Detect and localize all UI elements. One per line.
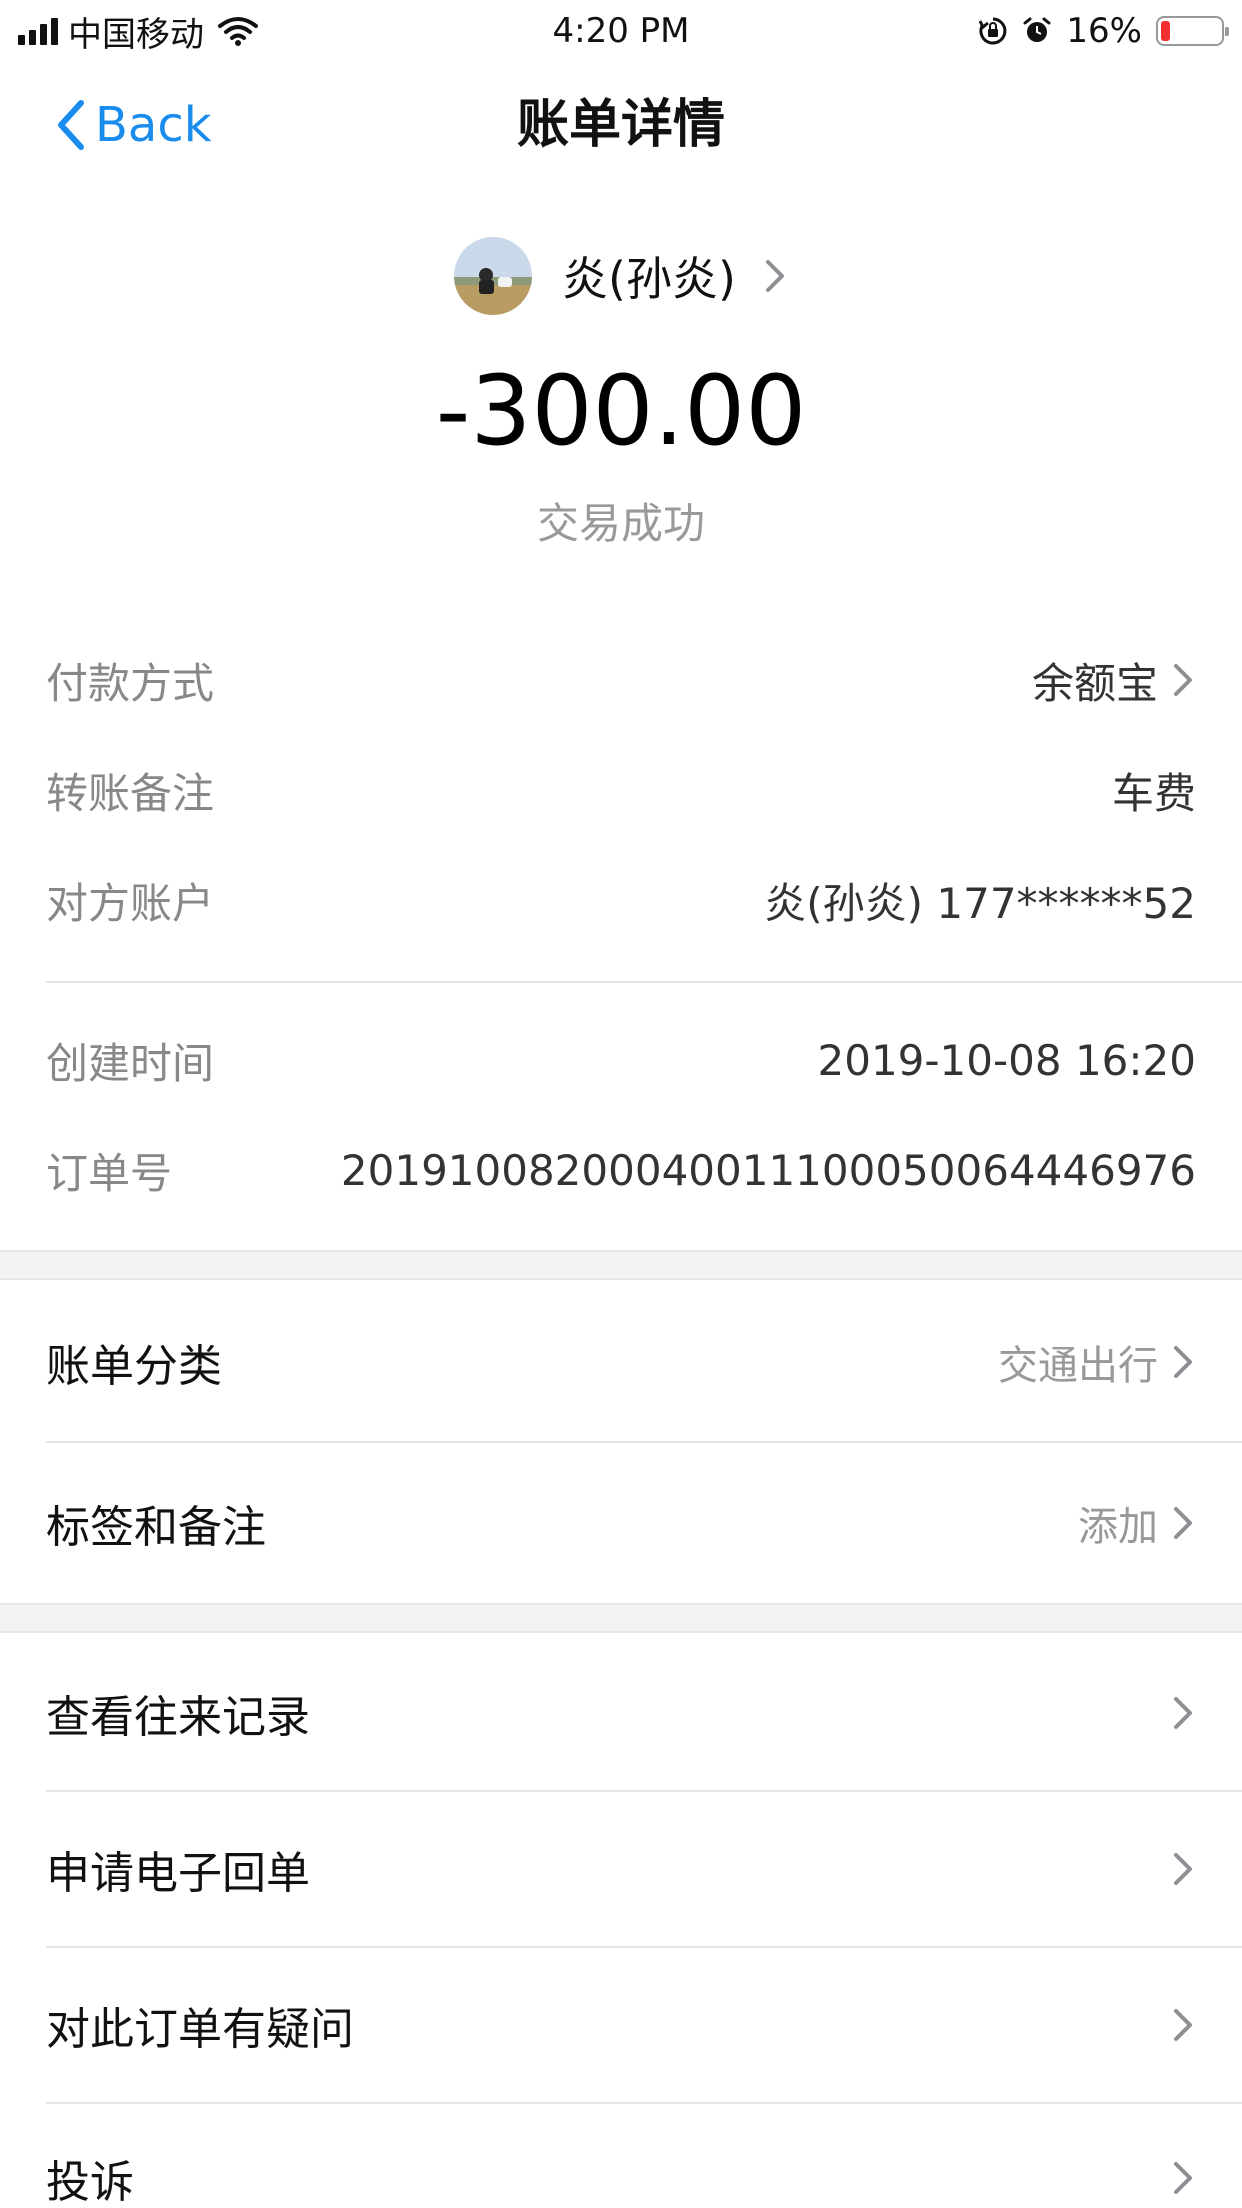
bill-category-right: 交通出行 xyxy=(998,1333,1196,1391)
e-receipt-row[interactable]: 申请电子回单 xyxy=(46,1829,1196,1909)
chevron-right-icon xyxy=(1174,664,1192,696)
view-history-label: 查看往来记录 xyxy=(46,1692,310,1743)
transfer-note-label: 转账备注 xyxy=(46,768,215,818)
tags-notes-row[interactable]: 标签和备注 添加 xyxy=(46,1483,1196,1563)
order-question-label: 对此订单有疑问 xyxy=(46,2004,354,2055)
divider xyxy=(46,1441,1242,1443)
alarm-icon xyxy=(1023,17,1051,42)
complaint-label: 投诉 xyxy=(46,2157,134,2208)
e-receipt-label: 申请电子回单 xyxy=(46,1848,310,1899)
created-time-row: 创建时间 2019-10-08 16:20 xyxy=(46,1030,1196,1090)
bill-category-value: 交通出行 xyxy=(998,1343,1158,1389)
counterparty-value: 炎(孙炎) 177******52 xyxy=(764,878,1196,928)
bill-category-row[interactable]: 账单分类 交通出行 xyxy=(46,1322,1196,1402)
created-time-label: 创建时间 xyxy=(46,1038,215,1088)
payment-method-text: 余额宝 xyxy=(1031,658,1158,708)
payment-method-row[interactable]: 付款方式 余额宝 xyxy=(46,650,1196,710)
chevron-right-icon xyxy=(1174,1507,1192,1539)
divider xyxy=(46,2102,1242,2104)
view-history-row[interactable]: 查看往来记录 xyxy=(46,1673,1196,1753)
order-number-row: 订单号 20191008200040011100050064446976 xyxy=(46,1140,1196,1200)
divider xyxy=(46,1790,1242,1792)
transaction-status: 交易成功 xyxy=(536,499,705,548)
avatar xyxy=(454,237,533,315)
payee-row[interactable]: 炎(孙炎) xyxy=(0,236,1242,316)
tags-notes-value: 添加 xyxy=(1078,1504,1158,1550)
battery-fill xyxy=(1161,21,1170,41)
tags-notes-right: 添加 xyxy=(1078,1494,1196,1552)
tags-notes-label: 标签和备注 xyxy=(46,1502,266,1553)
counterparty-row: 对方账户 炎(孙炎) 177******52 xyxy=(46,870,1196,930)
created-time-value: 2019-10-08 16:20 xyxy=(817,1035,1196,1085)
transaction-amount: -300.00 xyxy=(435,355,807,467)
page-title: 账单详情 xyxy=(516,95,725,155)
divider xyxy=(46,981,1242,983)
chevron-right-icon xyxy=(1174,1697,1192,1729)
battery-icon xyxy=(1156,16,1229,46)
chevron-right-icon xyxy=(765,260,784,292)
chevron-right-icon xyxy=(1174,2009,1192,2041)
orientation-lock-icon xyxy=(979,17,1007,45)
order-number-label: 订单号 xyxy=(46,1148,173,1198)
battery-percent: 16% xyxy=(1066,11,1142,51)
navigation-bar: Back 账单详情 xyxy=(0,62,1242,190)
status-bar-right: 16% xyxy=(978,8,1229,54)
chevron-right-icon xyxy=(1174,2162,1192,2194)
chevron-right-icon xyxy=(1174,1853,1192,1885)
payment-method-value[interactable]: 余额宝 xyxy=(1032,650,1196,711)
divider xyxy=(46,1946,1242,1948)
section-separator xyxy=(0,1603,1242,1633)
section-separator xyxy=(0,1250,1242,1280)
bill-detail-screen: 中国移动 4:20 PM 16% Back 账单详情 炎(孙炎) -300.00… xyxy=(0,0,1242,2208)
payee-name: 炎(孙炎) xyxy=(562,252,736,306)
counterparty-label: 对方账户 xyxy=(46,878,215,928)
status-bar: 中国移动 4:20 PM 16% xyxy=(0,0,1242,62)
order-number-value: 20191008200040011100050064446976 xyxy=(340,1145,1196,1195)
complaint-row[interactable]: 投诉 xyxy=(46,2138,1196,2208)
bill-category-label: 账单分类 xyxy=(46,1341,222,1392)
transfer-note-value: 车费 xyxy=(1111,768,1196,818)
order-question-row[interactable]: 对此订单有疑问 xyxy=(46,1985,1196,2065)
payment-method-label: 付款方式 xyxy=(46,658,215,708)
transfer-note-row: 转账备注 车费 xyxy=(46,760,1196,820)
chevron-right-icon xyxy=(1174,1346,1192,1378)
